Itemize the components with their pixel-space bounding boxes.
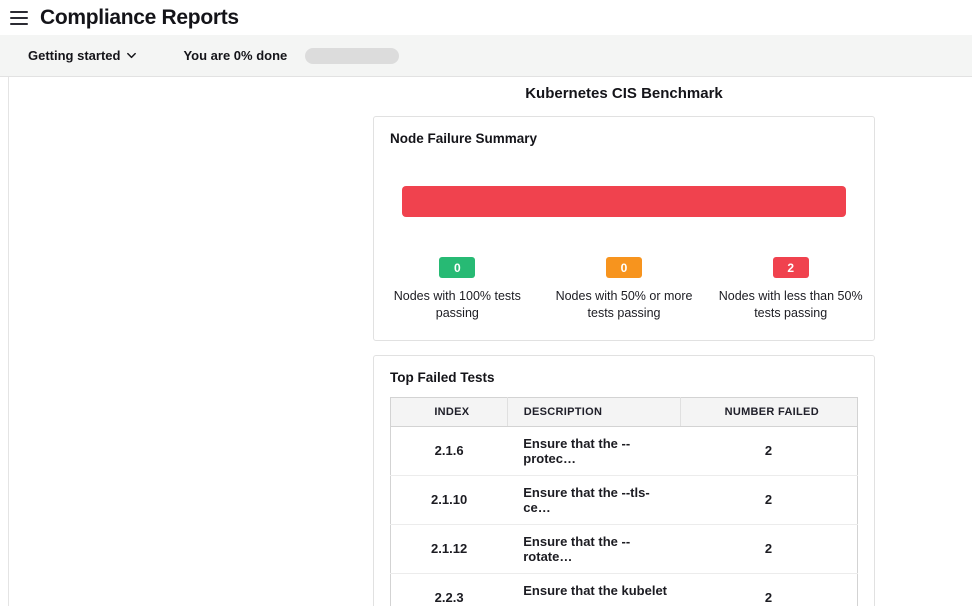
cell-number-failed: 2 [680,475,857,524]
stat-label: Nodes with 50% or more tests passing [549,288,699,322]
progress-bar [305,48,399,64]
stat-passing-low: 2 Nodes with less than 50% tests passing [707,257,874,322]
column-header-number-failed: NUMBER FAILED [680,397,857,426]
node-failure-summary-card: Node Failure Summary 0 Nodes with 100% t… [373,116,875,341]
progress-text: You are 0% done [183,48,287,63]
stat-label: Nodes with 100% tests passing [382,288,532,322]
stat-badge-green: 0 [439,257,475,278]
top-failed-tests-card: Top Failed Tests INDEX DESCRIPTION NUMBE… [373,355,875,606]
table-row[interactable]: 2.2.3 Ensure that the kubelet … 2 [391,573,858,606]
table-row[interactable]: 2.1.12 Ensure that the --rotate… 2 [391,524,858,573]
cell-number-failed: 2 [680,426,857,475]
getting-started-label: Getting started [28,48,120,63]
app-header: Compliance Reports [0,0,972,35]
stat-passing-100: 0 Nodes with 100% tests passing [374,257,541,322]
main-content: Kubernetes CIS Benchmark Node Failure Su… [8,77,972,606]
cell-description: Ensure that the --protec… [507,426,680,475]
node-failure-stats: 0 Nodes with 100% tests passing 0 Nodes … [374,257,874,322]
table-header-row: INDEX DESCRIPTION NUMBER FAILED [391,397,858,426]
getting-started-dropdown[interactable]: Getting started [28,48,137,63]
stat-badge-red: 2 [773,257,809,278]
getting-started-bar: Getting started You are 0% done [0,35,972,77]
cell-description: Ensure that the --tls-ce… [507,475,680,524]
node-failure-summary-title: Node Failure Summary [374,117,874,146]
cell-description: Ensure that the kubelet … [507,573,680,606]
chevron-down-icon [126,50,137,61]
cell-description: Ensure that the --rotate… [507,524,680,573]
column-header-index: INDEX [391,397,508,426]
stat-label: Nodes with less than 50% tests passing [716,288,866,322]
cell-index: 2.1.10 [391,475,508,524]
benchmark-title: Kubernetes CIS Benchmark [373,81,875,116]
stat-badge-orange: 0 [606,257,642,278]
cell-index: 2.1.12 [391,524,508,573]
top-failed-tests-table: INDEX DESCRIPTION NUMBER FAILED 2.1.6 En… [390,397,858,606]
table-row[interactable]: 2.1.10 Ensure that the --tls-ce… 2 [391,475,858,524]
top-failed-tests-title: Top Failed Tests [374,356,874,385]
stat-passing-50: 0 Nodes with 50% or more tests passing [541,257,708,322]
node-failure-bar [402,186,846,217]
cell-index: 2.1.6 [391,426,508,475]
hamburger-menu-button[interactable] [8,8,30,28]
column-header-description: DESCRIPTION [507,397,680,426]
cell-number-failed: 2 [680,573,857,606]
cell-number-failed: 2 [680,524,857,573]
page-title: Compliance Reports [40,6,239,30]
cell-index: 2.2.3 [391,573,508,606]
table-row[interactable]: 2.1.6 Ensure that the --protec… 2 [391,426,858,475]
hamburger-icon [10,11,28,13]
